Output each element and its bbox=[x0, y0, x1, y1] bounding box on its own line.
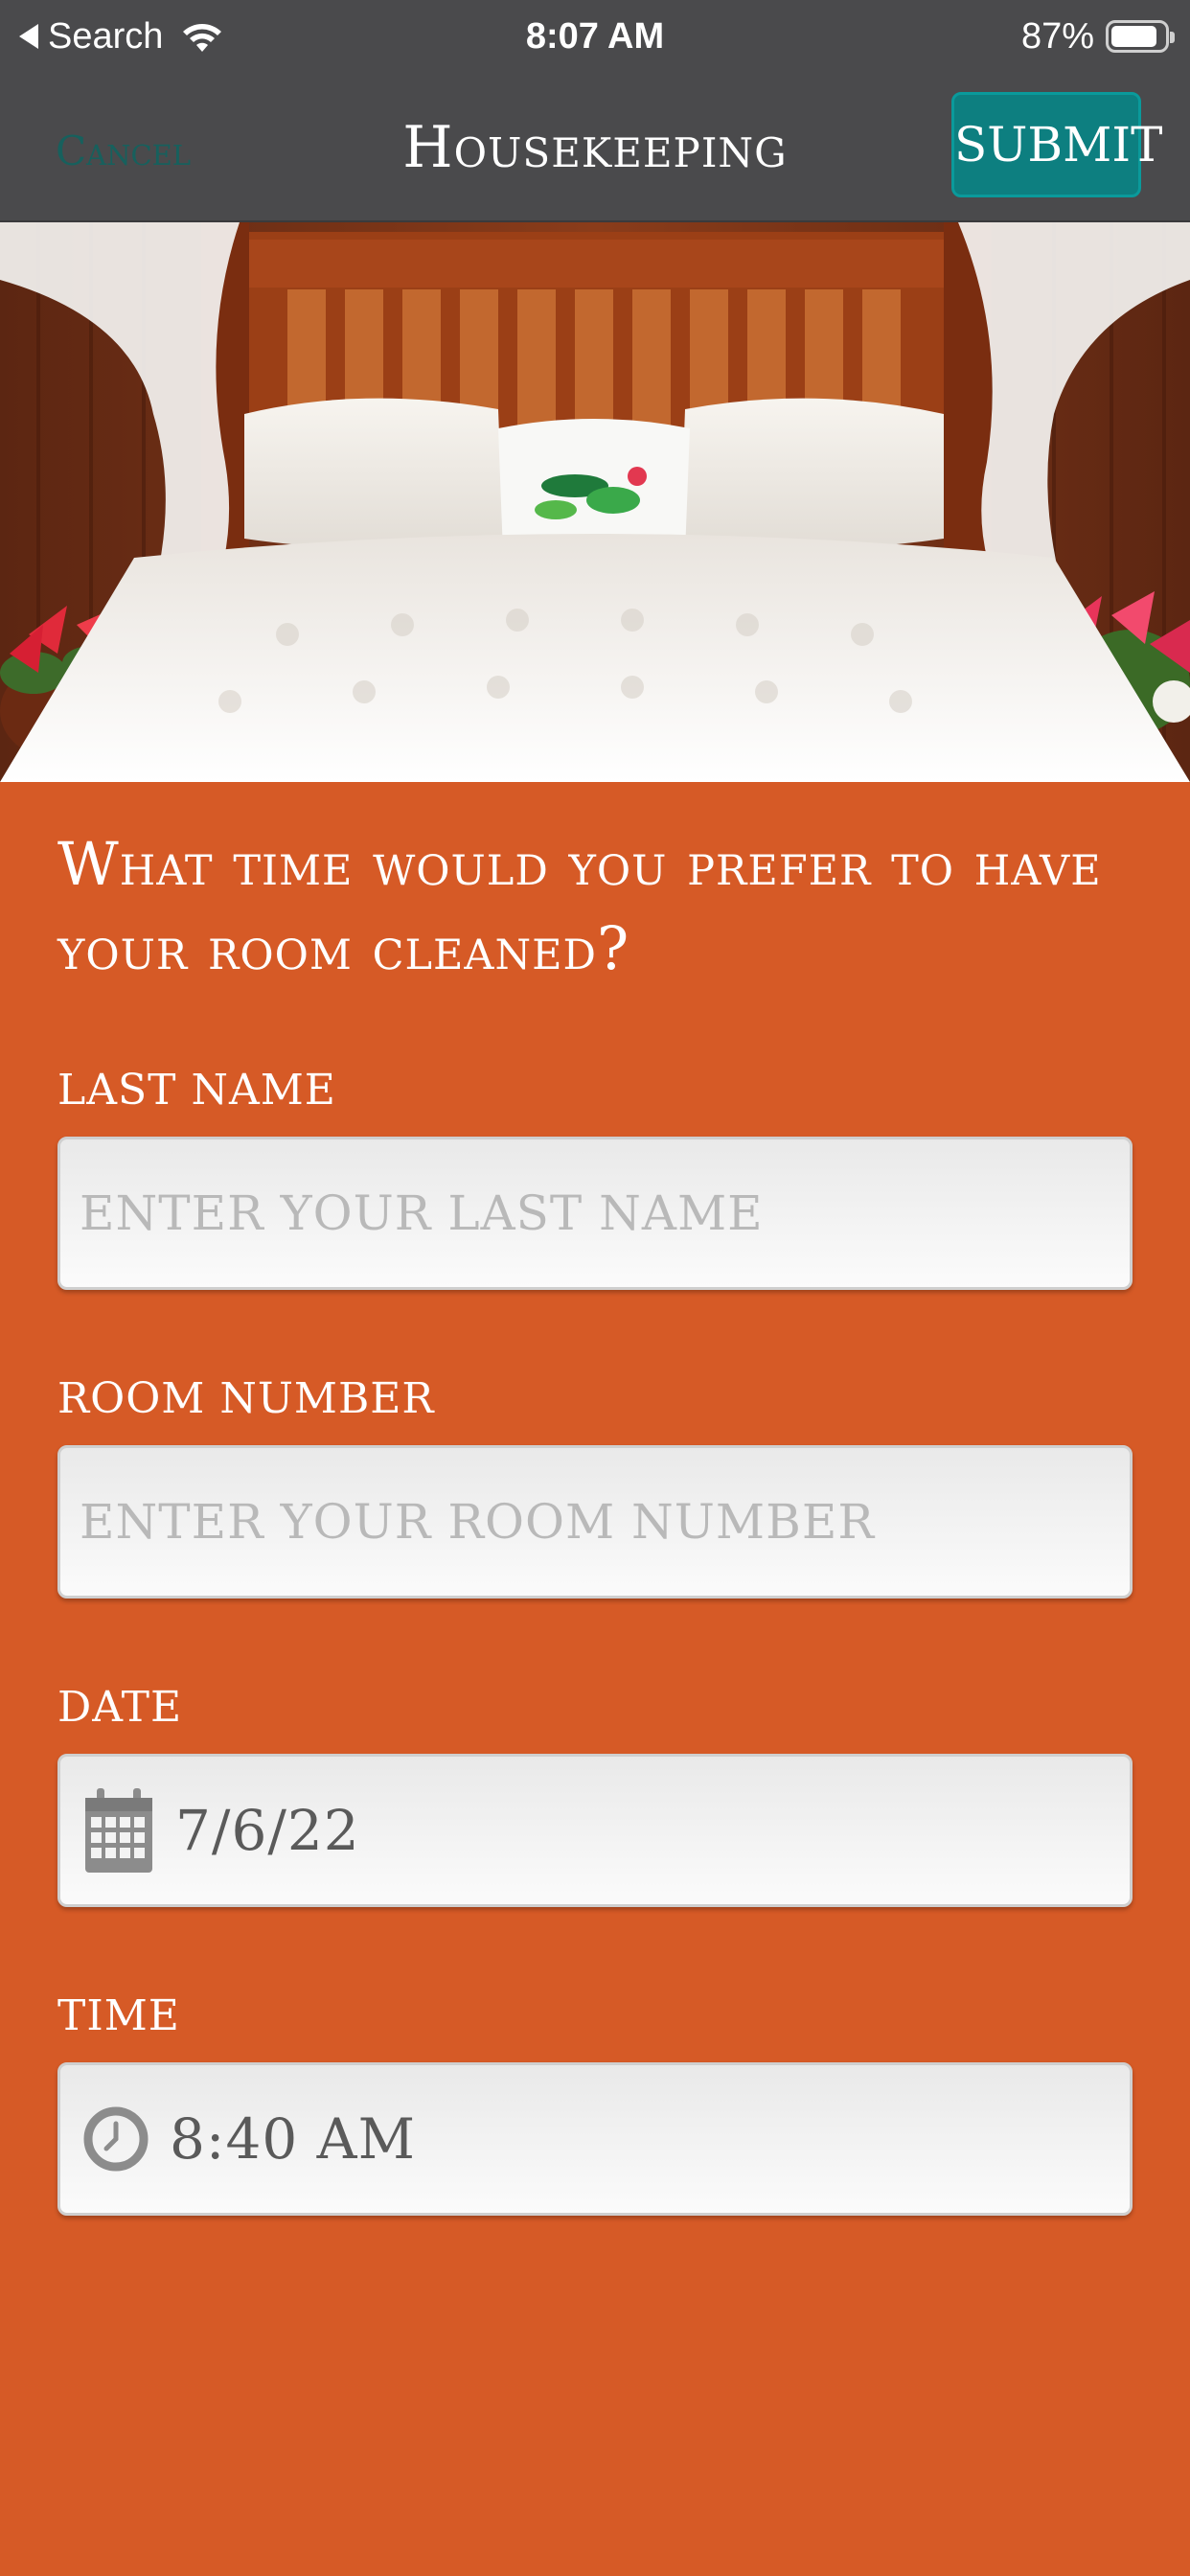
time-value: 8:40 AM bbox=[170, 2106, 416, 2172]
battery-fill bbox=[1111, 26, 1156, 47]
hero-image-bed bbox=[0, 222, 1190, 782]
time-picker-field[interactable]: 8:40 AM bbox=[57, 2062, 1133, 2216]
room-number-field[interactable] bbox=[57, 1445, 1133, 1598]
status-bar: Search 8:07 AM 87% bbox=[0, 0, 1190, 73]
last-name-label: LAST NAME bbox=[57, 1066, 336, 1115]
nav-bar: Cancel Housekeeping SUBMIT bbox=[0, 73, 1190, 222]
date-label: DATE bbox=[57, 1683, 183, 1732]
room-number-input[interactable] bbox=[60, 1448, 1130, 1596]
submit-button[interactable]: SUBMIT bbox=[951, 92, 1162, 197]
clock-icon bbox=[83, 2106, 149, 2172]
calendar-icon bbox=[85, 1788, 152, 1873]
last-name-field[interactable] bbox=[57, 1137, 1133, 1290]
form-question: What time would you prefer to have your … bbox=[57, 829, 1102, 983]
date-value: 7/6/22 bbox=[175, 1798, 360, 1863]
battery-tip bbox=[1170, 32, 1175, 43]
date-picker-field[interactable]: 7/6/22 bbox=[57, 1754, 1133, 1907]
bedroom-photo bbox=[0, 222, 1190, 782]
battery-percent: 87% bbox=[1020, 15, 1094, 57]
battery-status: 87% bbox=[1020, 13, 1175, 59]
room-number-label: ROOM NUMBER bbox=[57, 1374, 435, 1423]
time-label: TIME bbox=[57, 1991, 180, 2040]
status-time: 8:07 AM bbox=[525, 16, 665, 57]
last-name-input[interactable] bbox=[60, 1139, 1130, 1287]
battery-icon bbox=[1106, 20, 1175, 53]
